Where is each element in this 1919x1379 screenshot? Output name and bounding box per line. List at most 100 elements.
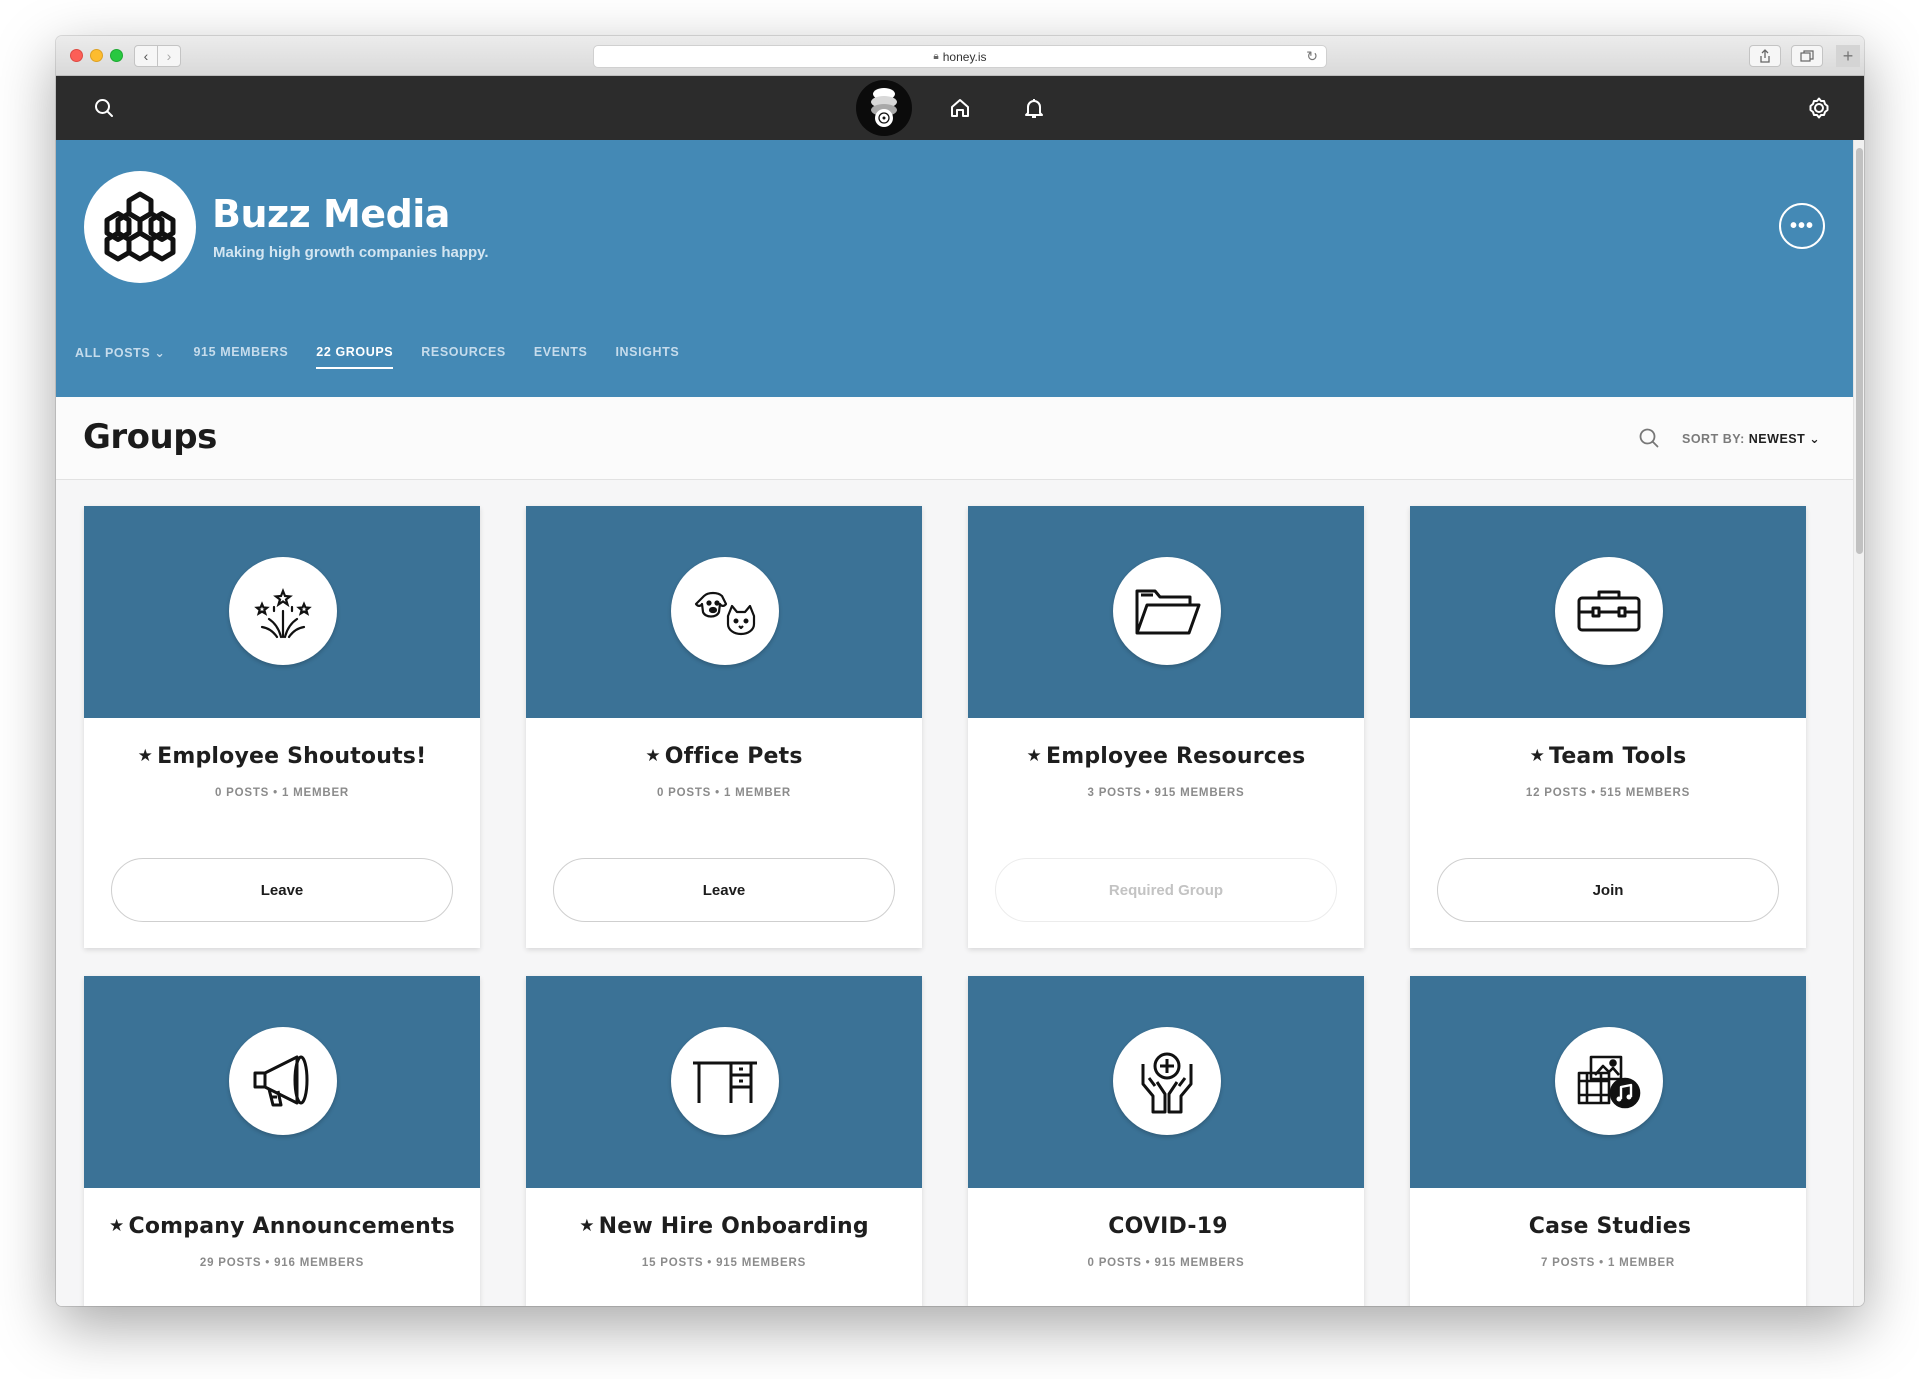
group-card-banner bbox=[1410, 976, 1806, 1188]
search-icon[interactable] bbox=[1638, 427, 1660, 454]
group-meta: 0 POSTS • 1 MEMBER bbox=[656, 787, 792, 799]
star-icon: ★ bbox=[109, 1216, 125, 1236]
address-bar[interactable]: 🔒︎ honey.is ↻ bbox=[593, 45, 1327, 68]
group-meta: 15 POSTS • 915 MEMBERS bbox=[641, 1257, 807, 1269]
join-button[interactable]: Join bbox=[1437, 858, 1779, 922]
megaphone-icon bbox=[253, 1055, 309, 1107]
show-tabs-button[interactable] bbox=[1791, 45, 1823, 67]
leave-button[interactable]: Leave bbox=[553, 858, 895, 922]
group-meta: 12 POSTS • 515 MEMBERS bbox=[1525, 787, 1691, 799]
group-icon-circle bbox=[671, 557, 779, 665]
share-icon bbox=[1760, 49, 1770, 63]
group-name[interactable]: ★ Company Announcements bbox=[84, 1214, 480, 1239]
tab-groups[interactable]: 22 GROUPS bbox=[316, 345, 394, 369]
group-name[interactable]: ★ New Hire Onboarding bbox=[526, 1214, 922, 1239]
star-icon: ★ bbox=[1529, 746, 1546, 766]
chevron-right-icon: › bbox=[166, 48, 172, 64]
honey-logo[interactable] bbox=[856, 80, 912, 136]
tab-insights[interactable]: INSIGHTS bbox=[615, 345, 679, 369]
group-meta: 3 POSTS • 915 MEMBERS bbox=[1087, 787, 1245, 799]
group-name[interactable]: ★ Employee Resources bbox=[968, 744, 1364, 769]
group-card[interactable]: ★ New Hire Onboarding 15 POSTS • 915 MEMB… bbox=[526, 976, 922, 1306]
group-icon-circle bbox=[1113, 1027, 1221, 1135]
url-text: honey.is bbox=[942, 49, 987, 64]
group-name[interactable]: ★ Office Pets bbox=[526, 744, 922, 769]
search-icon[interactable] bbox=[90, 94, 118, 122]
group-card-banner bbox=[526, 976, 922, 1188]
group-meta: 7 POSTS • 1 MEMBER bbox=[1540, 1257, 1676, 1269]
toolbox-icon bbox=[1577, 590, 1641, 632]
page-scrollbar[interactable] bbox=[1853, 140, 1864, 1306]
required-group-button: Required Group bbox=[995, 858, 1337, 922]
group-card-banner bbox=[84, 506, 480, 718]
group-icon-circle bbox=[1555, 557, 1663, 665]
reload-icon[interactable]: ↻ bbox=[1306, 48, 1318, 65]
community-title: Buzz Media bbox=[212, 192, 450, 236]
minimize-window-button[interactable] bbox=[90, 49, 103, 62]
group-name[interactable]: COVID-19 bbox=[968, 1214, 1364, 1239]
folder-icon bbox=[1135, 589, 1201, 635]
close-window-button[interactable] bbox=[70, 49, 83, 62]
new-tab-button[interactable]: + bbox=[1836, 45, 1860, 67]
forward-button[interactable]: › bbox=[157, 45, 181, 67]
media-icon bbox=[1577, 1055, 1641, 1109]
group-name[interactable]: Case Studies bbox=[1410, 1214, 1806, 1239]
honey-logo-icon bbox=[871, 88, 897, 127]
community-tabs: ALL POSTS ⌄ 915 MEMBERS 22 GROUPS RESOUR… bbox=[75, 345, 707, 369]
group-card[interactable]: ★ Employee Resources 3 POSTS • 915 MEMBER… bbox=[968, 506, 1364, 948]
group-card[interactable]: ★ Company Announcements 29 POSTS • 916 ME… bbox=[84, 976, 480, 1306]
groups-content: Groups SORT BY: NEWEST ⌄ ★ Employee Shou… bbox=[56, 397, 1853, 1306]
sort-dropdown[interactable]: SORT BY: NEWEST ⌄ bbox=[1682, 431, 1820, 446]
community-subtitle: Making high growth companies happy. bbox=[213, 244, 489, 261]
group-icon-circle bbox=[671, 1027, 779, 1135]
leave-button[interactable]: Leave bbox=[111, 858, 453, 922]
tab-members[interactable]: 915 MEMBERS bbox=[193, 345, 288, 369]
group-name[interactable]: ★ Team Tools bbox=[1410, 744, 1806, 769]
browser-window: ‹ › 🔒︎ honey.is ↻ + Buzz Media Making hi… bbox=[56, 36, 1864, 1306]
group-meta: 29 POSTS • 916 MEMBERS bbox=[199, 1257, 365, 1269]
group-card[interactable]: Case Studies 7 POSTS • 1 MEMBER bbox=[1410, 976, 1806, 1306]
star-icon: ★ bbox=[579, 1216, 595, 1236]
group-card-banner bbox=[968, 976, 1364, 1188]
group-card[interactable]: ★ Team Tools 12 POSTS • 515 MEMBERS Join bbox=[1410, 506, 1806, 948]
group-card-banner bbox=[968, 506, 1364, 718]
tabs-icon bbox=[1800, 50, 1814, 62]
group-card-banner bbox=[84, 976, 480, 1188]
group-icon-circle bbox=[1113, 557, 1221, 665]
tab-events[interactable]: EVENTS bbox=[534, 345, 588, 369]
groups-header: Groups SORT BY: NEWEST ⌄ bbox=[56, 397, 1853, 480]
star-icon: ★ bbox=[645, 746, 661, 766]
group-icon-circle bbox=[229, 1027, 337, 1135]
group-card-banner bbox=[1410, 506, 1806, 718]
group-icon-circle bbox=[229, 557, 337, 665]
desk-icon bbox=[693, 1061, 757, 1103]
group-icon-circle bbox=[1555, 1027, 1663, 1135]
pets-icon bbox=[694, 591, 756, 636]
health-hands-icon bbox=[1141, 1052, 1193, 1114]
tab-resources[interactable]: RESOURCES bbox=[421, 345, 506, 369]
sort-label: SORT BY: bbox=[1682, 432, 1745, 446]
page-title: Groups bbox=[83, 417, 217, 457]
zoom-window-button[interactable] bbox=[110, 49, 123, 62]
home-icon[interactable] bbox=[946, 94, 974, 122]
group-name[interactable]: ★ Employee Shoutouts! bbox=[84, 744, 480, 769]
lock-icon: 🔒︎ bbox=[933, 51, 939, 62]
group-meta: 0 POSTS • 915 MEMBERS bbox=[1087, 1257, 1245, 1269]
star-icon: ★ bbox=[137, 746, 154, 766]
sort-value: NEWEST bbox=[1748, 432, 1806, 446]
share-button[interactable] bbox=[1749, 45, 1781, 67]
gear-icon[interactable] bbox=[1805, 94, 1833, 122]
group-card[interactable]: ★ Office Pets 0 POSTS • 1 MEMBER Leave bbox=[526, 506, 922, 948]
group-meta: 0 POSTS • 1 MEMBER bbox=[214, 787, 350, 799]
group-card[interactable]: ★ Employee Shoutouts! 0 POSTS • 1 MEMBER … bbox=[84, 506, 480, 948]
star-icon: ★ bbox=[1026, 746, 1042, 766]
community-avatar bbox=[84, 171, 196, 283]
tab-all-posts[interactable]: ALL POSTS ⌄ bbox=[75, 345, 165, 369]
scrollbar-thumb[interactable] bbox=[1856, 148, 1863, 554]
group-card[interactable]: COVID-19 0 POSTS • 915 MEMBERS bbox=[968, 976, 1364, 1306]
more-options-button[interactable]: ••• bbox=[1779, 203, 1825, 249]
chevron-down-icon: ⌄ bbox=[1809, 432, 1821, 446]
bell-icon[interactable] bbox=[1020, 94, 1048, 122]
app-topbar bbox=[56, 76, 1864, 140]
back-button[interactable]: ‹ bbox=[134, 45, 158, 67]
